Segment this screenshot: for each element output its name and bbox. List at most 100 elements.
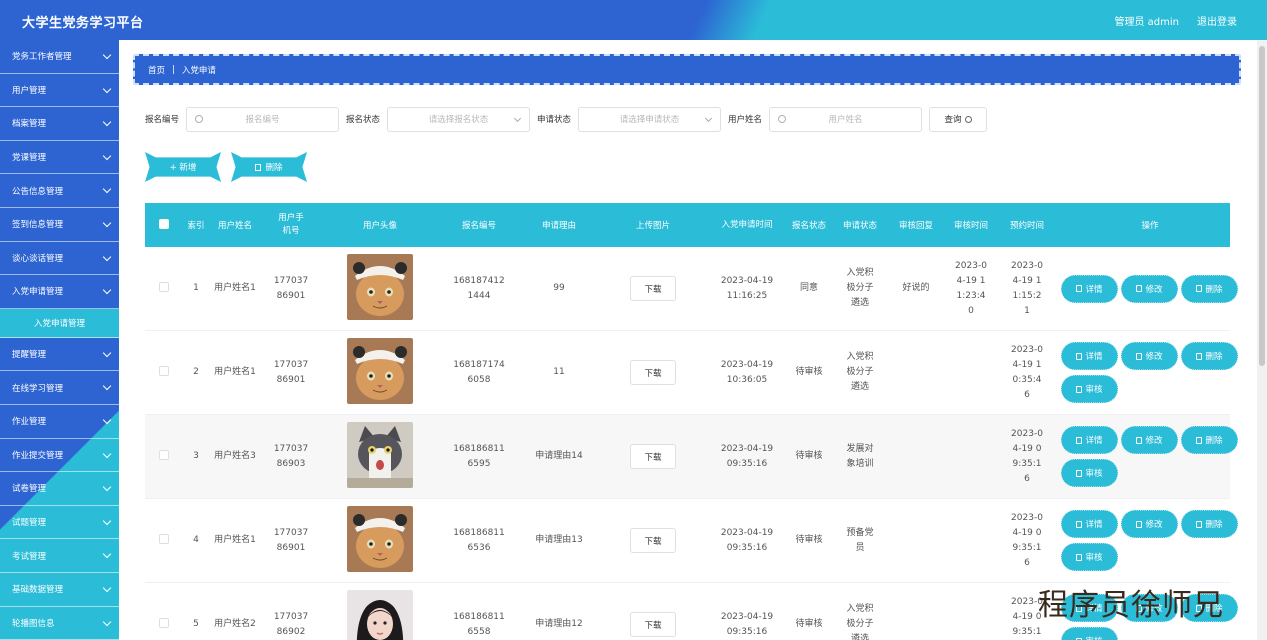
sidebar: 党务工作者管理 用户管理 档案管理 党课管理 公告信息管理 签到信息管理 谈心谈话管理 入党申…: [0, 40, 119, 640]
download-button[interactable]: 下载: [630, 360, 676, 385]
add-button[interactable]: + 新增: [145, 152, 221, 182]
sidebar-item[interactable]: 党务工作者管理: [0, 40, 119, 74]
sidebar-item[interactable]: 公告信息管理: [0, 174, 119, 208]
sidebar-item[interactable]: 谈心谈话管理: [0, 242, 119, 276]
sidebar-item-label: 试题管理: [12, 518, 47, 529]
review-button-label: 审核: [1085, 469, 1103, 479]
edit-button[interactable]: 修改: [1121, 426, 1178, 454]
row-checkbox[interactable]: [159, 534, 169, 544]
detail-button[interactable]: 详情: [1061, 342, 1118, 370]
cell-phone: 17703786901: [273, 359, 309, 385]
download-button[interactable]: 下载: [630, 612, 676, 637]
row-checkbox[interactable]: [159, 450, 169, 460]
sidebar-subitem-active[interactable]: 入党申请管理: [0, 308, 119, 338]
sidebar-item[interactable]: 档案管理: [0, 107, 119, 141]
sidebar-item[interactable]: 入党申请管理: [0, 275, 119, 309]
download-button[interactable]: 下载: [630, 444, 676, 469]
sidebar-item[interactable]: 试题管理: [0, 506, 119, 540]
breadcrumb-home[interactable]: 首页: [148, 64, 165, 76]
cell-apply-time: 2023-04-19 11:16:25: [720, 275, 774, 301]
chevron-down-icon: [102, 117, 112, 127]
cell-apply-time: 2023-04-19 09:35:16: [720, 443, 774, 469]
sidebar-item[interactable]: 基础数据管理: [0, 573, 119, 607]
sidebar-item[interactable]: 作业提交管理: [0, 439, 119, 473]
delete-button[interactable]: 删除: [1181, 342, 1238, 370]
download-button[interactable]: 下载: [630, 528, 676, 553]
cell-phone: 17703786901: [273, 275, 309, 301]
sidebar-item[interactable]: 考试管理: [0, 539, 119, 573]
avatar-cell: [321, 506, 439, 575]
logout-link[interactable]: 退出登录: [1197, 13, 1237, 28]
review-button[interactable]: 审核: [1061, 627, 1118, 640]
table-row[interactable]: 3 用户姓名3 17703786903 1681868116595 申请理由14 下载 20…: [145, 415, 1238, 499]
select-all-checkbox[interactable]: [159, 218, 169, 229]
filter-username-placeholder: 用户姓名: [828, 115, 863, 125]
filter-username-input[interactable]: 用户姓名: [769, 106, 923, 132]
table-row[interactable]: 1 用户姓名1 17703786901 1681874121444 99 下载 2023-0…: [145, 247, 1238, 331]
cell-idx: 1: [193, 283, 199, 293]
column-header: 申请状态: [842, 221, 877, 231]
avatar-cell: [321, 254, 439, 323]
ops-cell: 详情 修改 删除: [1055, 274, 1245, 303]
trash-icon: [255, 163, 262, 171]
batch-delete-button[interactable]: 删除: [231, 152, 307, 182]
review-button[interactable]: 审核: [1061, 543, 1118, 571]
detail-button[interactable]: 详情: [1061, 510, 1118, 538]
scrollbar-thumb[interactable]: [1259, 46, 1265, 366]
cell-reg-status: 待审核: [795, 535, 823, 545]
sidebar-item[interactable]: 签到信息管理: [0, 208, 119, 242]
review-button[interactable]: 审核: [1061, 459, 1118, 487]
filter-code-input[interactable]: 报名编号: [186, 106, 340, 132]
doc-icon: [1076, 352, 1083, 360]
pencil-icon: [1136, 436, 1143, 444]
cell-idx: 3: [193, 451, 199, 461]
row-checkbox[interactable]: [159, 366, 169, 376]
table-row[interactable]: 4 用户姓名1 17703786901 1681868116536 申请理由13 下载 20…: [145, 499, 1238, 583]
sidebar-item[interactable]: 试卷管理: [0, 472, 119, 506]
review-button[interactable]: 审核: [1061, 375, 1118, 403]
sidebar-item[interactable]: 党课管理: [0, 141, 119, 175]
sidebar-item[interactable]: 作业管理: [0, 405, 119, 439]
chevron-down-icon: [102, 151, 112, 161]
column-header: 审核时间: [953, 221, 988, 231]
cell-name: 用户姓名1: [214, 367, 256, 377]
delete-button[interactable]: 删除: [1181, 426, 1238, 454]
sidebar-item[interactable]: 提醒管理: [0, 338, 119, 372]
cell-idx: 2: [193, 367, 199, 377]
thumb-icon: [1076, 469, 1083, 477]
sidebar-item-label: 轮播图信息: [12, 618, 55, 629]
thumb-icon: [1076, 553, 1083, 561]
delete-button[interactable]: 删除: [1181, 510, 1238, 538]
scrollbar[interactable]: [1257, 40, 1267, 640]
cell-reg-status: 同意: [799, 283, 818, 293]
detail-button[interactable]: 详情: [1061, 274, 1118, 303]
review-button-label: 审核: [1085, 385, 1103, 395]
cell-phone: 17703786903: [273, 443, 309, 469]
query-button[interactable]: 查询: [929, 106, 988, 132]
edit-button[interactable]: 修改: [1121, 342, 1178, 370]
chevron-down-icon: [102, 583, 112, 593]
sidebar-item-label: 基础数据管理: [12, 585, 64, 596]
row-checkbox[interactable]: [159, 282, 169, 292]
edit-button[interactable]: 修改: [1121, 274, 1178, 303]
sidebar-item-label: 在线学习管理: [12, 383, 64, 394]
cell-book-time: 2023-04-19 11:15:21: [1011, 260, 1043, 316]
sidebar-item[interactable]: 在线学习管理: [0, 371, 119, 405]
detail-button-label: 详情: [1085, 520, 1103, 530]
cell-reason: 申请理由13: [535, 535, 583, 545]
delete-button[interactable]: 删除: [1181, 274, 1238, 303]
row-checkbox[interactable]: [159, 618, 169, 628]
download-button[interactable]: 下载: [630, 276, 676, 301]
table-row[interactable]: 2 用户姓名1 17703786901 1681871746058 11 下载 2023-0…: [145, 331, 1238, 415]
sidebar-item[interactable]: 轮播图信息: [0, 607, 119, 640]
detail-button-label: 详情: [1085, 284, 1103, 295]
edit-button[interactable]: 修改: [1121, 510, 1178, 538]
filter-reg-status-select[interactable]: 请选择报名状态: [387, 106, 531, 132]
detail-button[interactable]: 详情: [1061, 426, 1118, 454]
avatar: [347, 422, 413, 488]
upload-cell: 下载: [599, 276, 707, 301]
sidebar-item[interactable]: 用户管理: [0, 74, 119, 108]
chevron-down-icon: [513, 114, 522, 122]
filter-app-status-select[interactable]: 请选择申请状态: [578, 106, 722, 132]
batch-delete-label: 删除: [265, 163, 283, 173]
